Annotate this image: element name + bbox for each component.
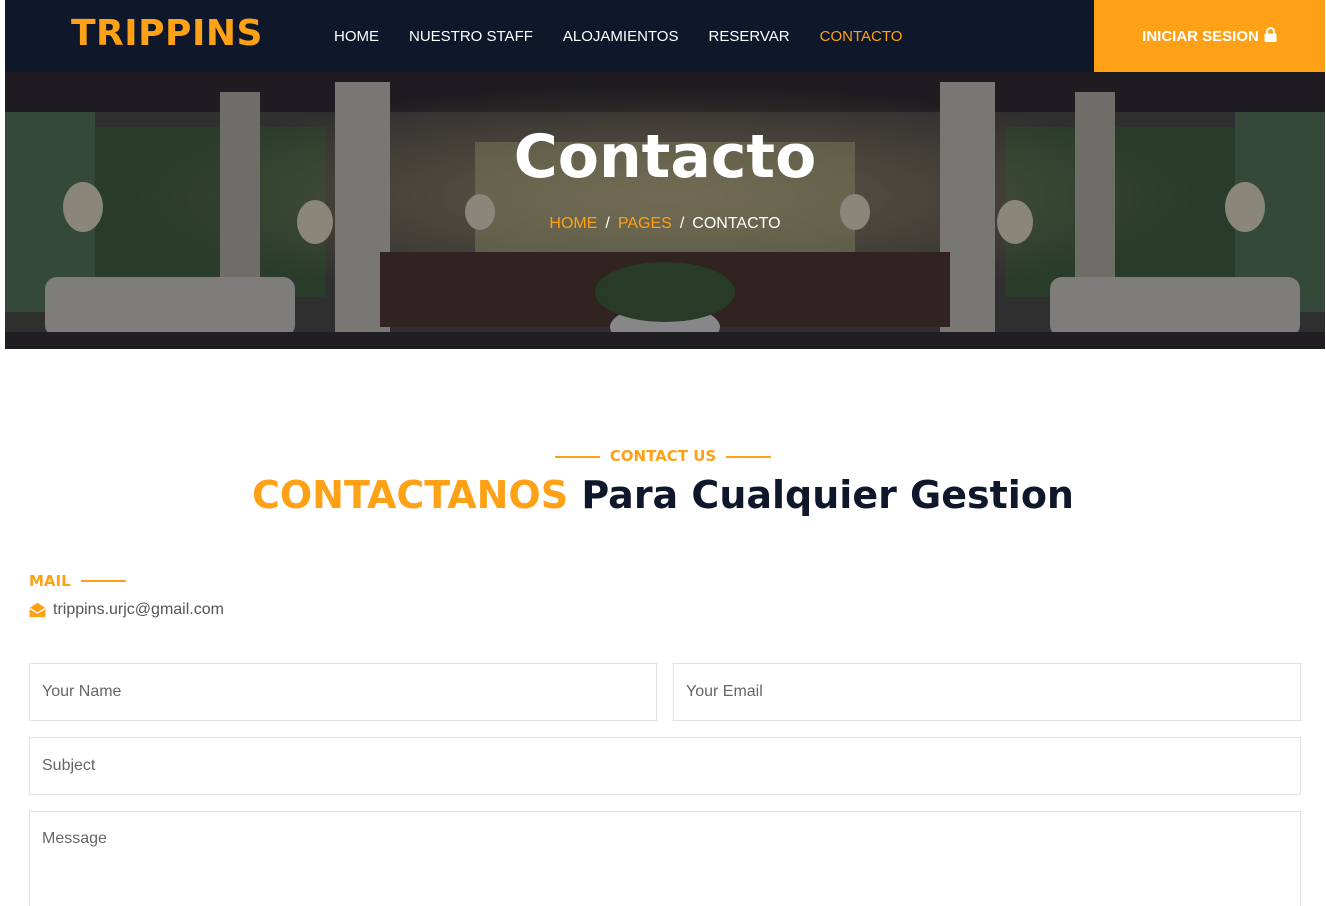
page-title: Contacto: [513, 122, 817, 192]
envelope-open-icon: [29, 602, 46, 618]
mail-info: trippins.urjc@gmail.com: [29, 601, 224, 619]
nav-link-alojamientos[interactable]: ALOJAMIENTOS: [548, 28, 694, 45]
lock-icon: [1264, 26, 1277, 46]
email-address[interactable]: trippins.urjc@gmail.com: [53, 601, 224, 619]
breadcrumb-separator: /: [605, 215, 610, 232]
breadcrumb-separator: /: [679, 215, 685, 232]
mail-label-text: MAIL: [29, 572, 71, 590]
nav-link-reservar[interactable]: RESERVAR: [693, 28, 804, 45]
navbar: TRIPPINS HOME NUESTRO STAFF ALOJAMIENTOS…: [5, 0, 1325, 72]
login-button-label: INICIAR SESION: [1142, 27, 1259, 45]
name-input[interactable]: [29, 663, 657, 721]
email-input[interactable]: [673, 663, 1301, 721]
brand-logo[interactable]: TRIPPINS: [71, 13, 263, 54]
section-title-accent: CONTACTANOS: [251, 473, 569, 517]
mail-label-line: [80, 580, 126, 582]
mail-label: MAIL: [29, 572, 126, 590]
tag-line-right: [726, 455, 772, 458]
nav-links: HOME NUESTRO STAFF ALOJAMIENTOS RESERVAR…: [319, 0, 917, 72]
breadcrumb: HOME / PAGES / CONTACTO: [5, 215, 1325, 233]
login-button[interactable]: INICIAR SESION: [1094, 0, 1325, 72]
nav-link-nuestro-staff[interactable]: NUESTRO STAFF: [394, 28, 548, 45]
breadcrumb-current: CONTACTO: [692, 215, 781, 232]
section-tag: CONTACT US: [0, 447, 1326, 465]
section-title: CONTACTANOS Para Cualquier Gestion: [0, 473, 1326, 517]
nav-link-home[interactable]: HOME: [319, 28, 394, 45]
hero-overlay: [5, 72, 1325, 349]
tag-line-left: [554, 455, 600, 458]
message-textarea[interactable]: [29, 811, 1301, 906]
hero-banner: Contacto HOME / PAGES / CONTACTO: [5, 72, 1325, 349]
section-title-rest: Para Cualquier Gestion: [581, 473, 1074, 517]
section-tag-label: CONTACT US: [609, 447, 717, 465]
nav-link-contacto[interactable]: CONTACTO: [805, 28, 918, 45]
subject-input[interactable]: [29, 737, 1301, 795]
breadcrumb-home[interactable]: HOME: [549, 215, 597, 232]
page: TRIPPINS HOME NUESTRO STAFF ALOJAMIENTOS…: [0, 0, 1326, 906]
breadcrumb-pages[interactable]: PAGES: [618, 215, 672, 232]
